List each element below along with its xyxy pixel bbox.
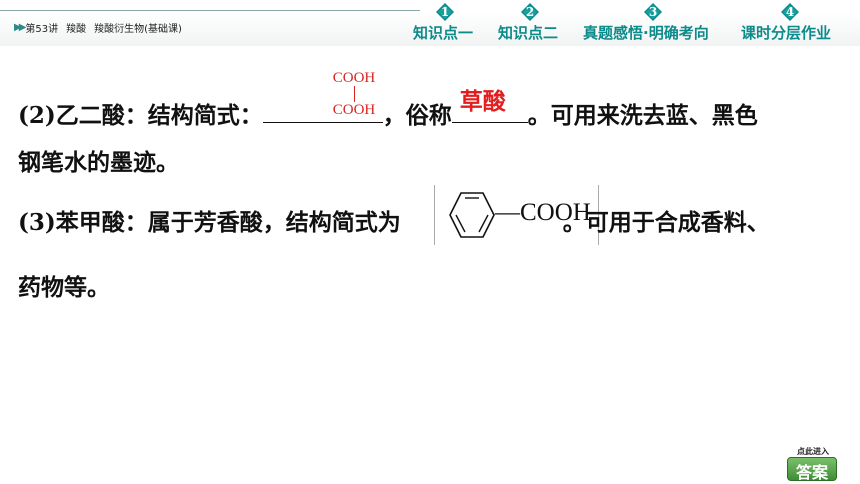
formula-blank [262,96,383,123]
item-3-line-1: (3)苯甲酸：属于芳香酸，结构简式为 。可用于合成香料、 [18,203,770,237]
breadcrumb-lesson: 第53讲 [25,24,59,35]
tab-1-number-badge: 1 [435,2,455,22]
breadcrumb-topic: 羧酸 [66,24,87,35]
tab-4-number-badge: 4 [780,2,800,22]
item-3-prefix: (3)苯甲酸：属于芳香酸，结构简式为 [18,209,401,236]
item-2-line-1: (2)乙二酸：结构简式： ，俗称 草酸 。可用来洗去蓝、黑色 [18,88,758,130]
double-arrow-icon: ▶▶ [14,22,27,33]
answer-button-label: 答案 [795,463,828,482]
item-2-line-2: 钢笔水的墨迹。 [18,149,179,176]
header-divider [0,10,420,11]
item-2-prefix: (2)乙二酸：结构简式： [18,102,263,129]
breadcrumb-subtitle: 羧酸衍生物(基础课) [94,24,182,35]
answer-button-pill[interactable]: 答案 [787,457,837,482]
item-2-common-name-label: ，俗称 [382,102,452,129]
common-name-answer: 草酸 [459,88,506,115]
answer-button-hint: 点此进入 [797,447,829,456]
item-3-suffix: 。可用于合成香料、 [562,209,770,236]
top-navigation-bar: ▶▶ 第53讲 羧酸 羧酸衍生物(基础课) 1 知识点一 2 知识点二 3 真题… [0,0,860,46]
tab-3-number-badge: 3 [643,2,663,22]
show-answer-button[interactable]: 点此进入 答案 [787,446,837,482]
tab-homework[interactable]: 课时分层作业 [741,22,831,43]
common-name-blank: 草酸 [451,88,528,123]
breadcrumb: ▶▶ 第53讲 羧酸 羧酸衍生物(基础课) [14,20,182,35]
tab-knowledge-point-2[interactable]: 知识点二 [498,22,558,43]
item-3-line-2: 药物等。 [18,274,110,301]
item-2-suffix: 。可用来洗去蓝、黑色 [527,102,758,129]
tab-2-number-badge: 2 [520,2,540,22]
formula-cooh-top: COOH [332,70,376,86]
tab-exam-insights[interactable]: 真题感悟·明确考向 [583,22,709,43]
tab-knowledge-point-1[interactable]: 知识点一 [413,22,473,43]
